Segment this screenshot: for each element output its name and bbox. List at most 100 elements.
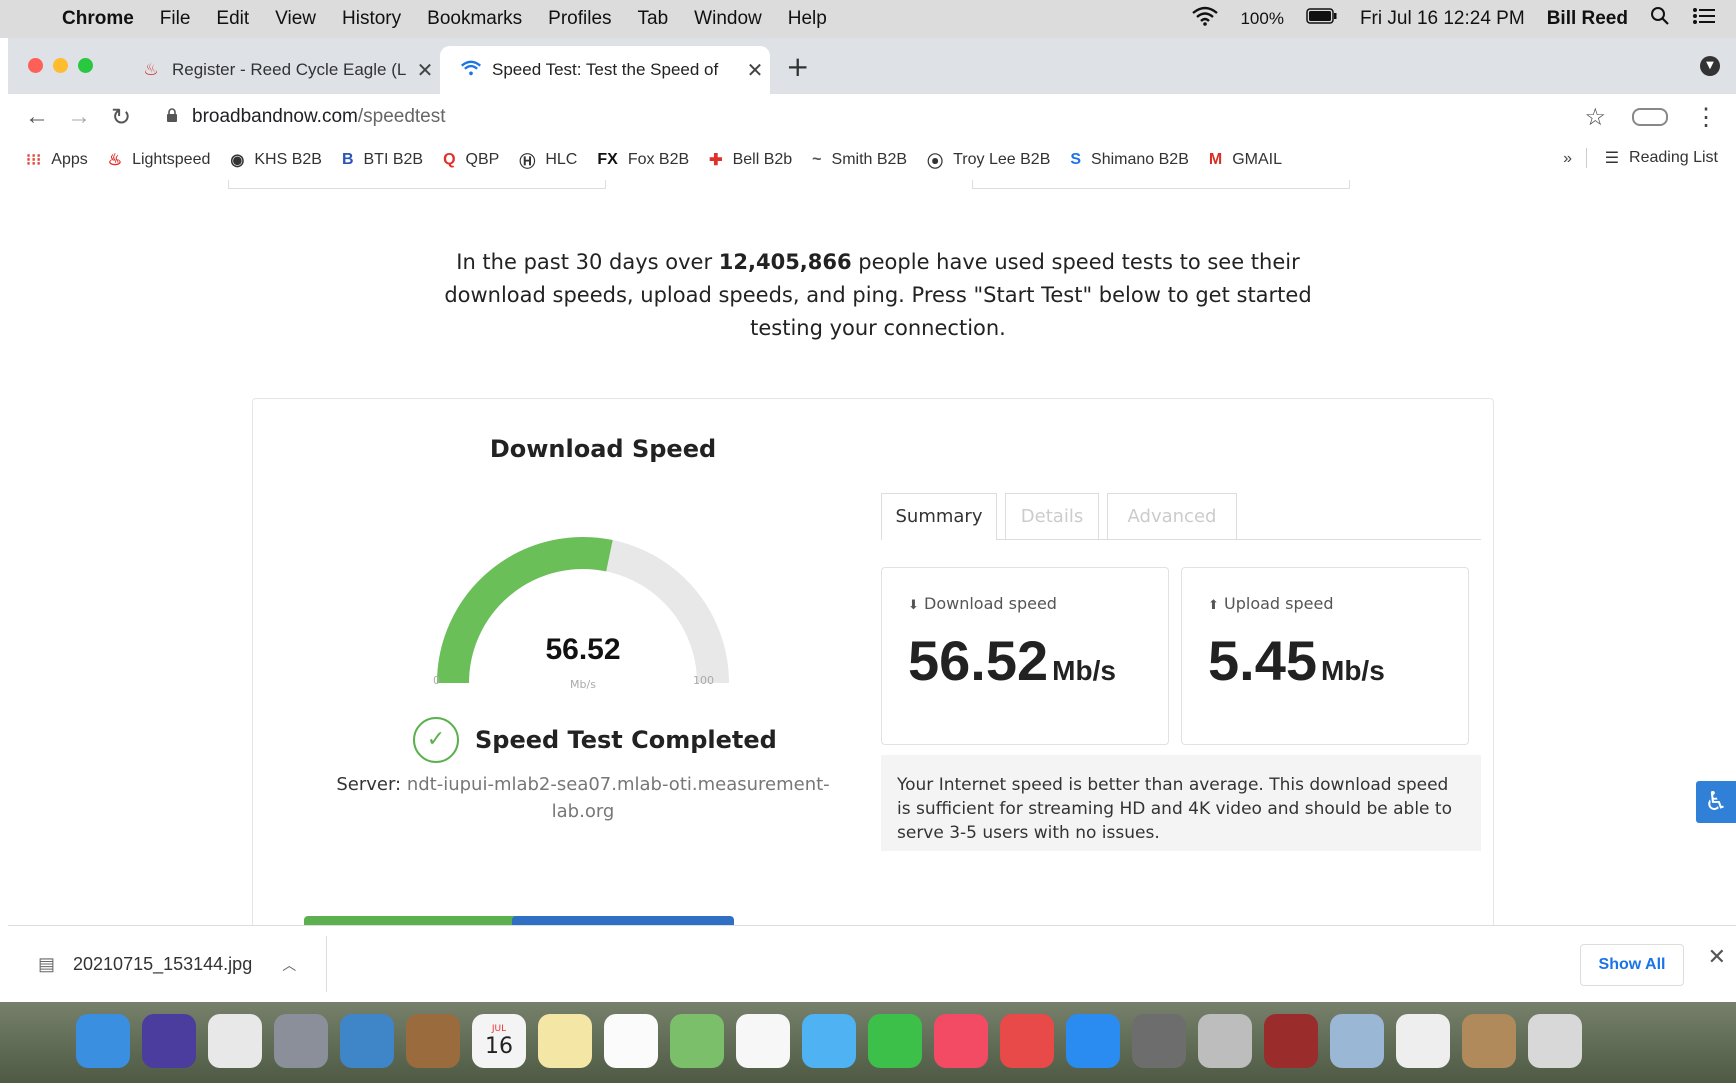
download-arrow-icon: ⬇ [908,598,919,613]
more-bookmarks-icon[interactable]: » [1563,150,1572,168]
battery-percent: 100% [1240,9,1284,28]
reload-icon[interactable]: ↻ [100,103,142,132]
bookmark-bell-b2b[interactable]: ✚ Bell B2b [709,150,792,170]
tab-close-icon[interactable]: ✕ [740,58,770,83]
gauge-min-label: 0 [433,674,440,687]
bookmark-star-icon[interactable]: ☆ [1584,103,1606,132]
smith-logo-icon: ~ [812,151,822,168]
messages-icon[interactable] [802,1014,856,1068]
menu-app-name[interactable]: Chrome [62,8,134,30]
bookmark-troy-lee-b2b[interactable]: ⦿ Troy Lee B2B [927,148,1050,172]
tab-speed-test[interactable]: Speed Test: Test the Speed of ✕ [440,46,770,94]
bookmark-label: Shimano B2B [1091,151,1189,168]
photos-icon[interactable] [736,1014,790,1068]
menu-view[interactable]: View [275,8,316,30]
calendar-icon[interactable]: JUL 16 [472,1014,526,1068]
reminders-icon[interactable] [604,1014,658,1068]
tab-close-icon[interactable]: ✕ [410,58,440,83]
trash-icon[interactable] [1528,1014,1582,1068]
back-arrow-icon[interactable]: ← [16,103,58,131]
extension-icon[interactable] [1632,108,1668,126]
bookmark-smith-b2b[interactable]: ~ Smith B2B [812,151,907,169]
bookmark-lightspeed[interactable]: ♨ Lightspeed [108,150,211,170]
window-zoom-button[interactable] [78,58,93,73]
system-preferences-icon[interactable] [1132,1014,1186,1068]
tab-search-icon[interactable]: ▼ [1700,56,1720,76]
chevron-up-icon[interactable]: ︿ [282,955,296,975]
menu-edit[interactable]: Edit [216,8,249,30]
menu-help[interactable]: Help [788,8,827,30]
contacts-icon[interactable] [406,1014,460,1068]
bookmark-label: Apps [51,151,88,168]
bookmark-shimano-b2b[interactable]: S Shimano B2B [1070,151,1189,169]
page-content: In the past 30 days over 12,405,866 peop… [8,180,1736,925]
maps-icon[interactable] [670,1014,724,1068]
menu-bookmarks[interactable]: Bookmarks [427,8,522,30]
facetime-icon[interactable] [868,1014,922,1068]
download-separator [326,936,327,992]
tab-summary[interactable]: Summary [881,493,997,540]
server-info: Server: ndt-iupui-mlab2-sea07.mlab-oti.m… [333,771,833,825]
upload-value-unit: Mb/s [1321,655,1385,686]
spotlight-search-icon[interactable] [1650,6,1670,32]
notes-icon[interactable] [538,1014,592,1068]
bookmark-fox-b2b[interactable]: FX Fox B2B [597,151,689,169]
app-store-icon[interactable] [1066,1014,1120,1068]
window-minimize-button[interactable] [53,58,68,73]
launchpad-icon[interactable] [274,1014,328,1068]
menubar-user[interactable]: Bill Reed [1547,8,1628,30]
close-shelf-icon[interactable]: ✕ [1708,944,1726,970]
bookmark-apps[interactable]: ⁝⁝⁝ Apps [26,150,88,170]
textedit-icon[interactable] [1396,1014,1450,1068]
news-icon[interactable] [1000,1014,1054,1068]
tab-advanced[interactable]: Advanced [1107,493,1237,540]
battery-icon[interactable] [1306,8,1338,30]
mail-icon[interactable] [340,1014,394,1068]
bookmark-label: Troy Lee B2B [953,151,1051,168]
forward-arrow-icon[interactable]: → [58,103,100,131]
tab-register[interactable]: ♨ Register - Reed Cycle Eagle (L ✕ [120,46,440,94]
control-center-icon[interactable] [1692,7,1716,31]
status-text: Speed Test Completed [475,726,777,754]
bookmark-hlc[interactable]: Ⓗ HLC [519,148,577,172]
window-close-button[interactable] [28,58,43,73]
server-host: ndt-iupui-mlab2-sea07.mlab-oti.measureme… [406,774,830,822]
siri-icon[interactable] [142,1014,196,1068]
printer-icon[interactable] [1198,1014,1252,1068]
download-filename: 20210715_153144.jpg [73,954,253,974]
globe-icon: ◉ [230,152,245,169]
download-shelf: ▤ 20210715_153144.jpg ︿ Show All ✕ [8,925,1736,1003]
chrome-menu-icon[interactable]: ⋮ [1694,103,1718,132]
menubar-clock[interactable]: Fri Jul 16 12:24 PM [1360,8,1525,30]
troy-lee-logo-icon: ⦿ [927,154,944,171]
accessibility-widget-icon[interactable]: ♿ [1696,781,1736,823]
wifi-icon[interactable] [1192,6,1219,32]
tab-details[interactable]: Details [1005,493,1099,540]
speed-test-card: Download Speed 56.52 Mb/s 0 100 ✓ Speed … [252,398,1494,925]
download-value-unit: Mb/s [1052,655,1116,686]
start-test-button[interactable] [304,916,530,925]
dictionary-icon[interactable] [1264,1014,1318,1068]
menu-history[interactable]: History [342,8,401,30]
music-icon[interactable] [934,1014,988,1068]
lock-icon[interactable] [166,108,178,126]
bookmark-bti-b2b[interactable]: B BTI B2B [342,151,423,169]
chrome-icon[interactable] [208,1014,262,1068]
downloads-folder-icon[interactable] [1462,1014,1516,1068]
address-bar[interactable]: broadbandnow.com/speedtest [152,99,1584,135]
preview-icon[interactable] [1330,1014,1384,1068]
bookmark-khs-b2b[interactable]: ◉ KHS B2B [230,150,322,170]
menu-file[interactable]: File [160,8,191,30]
menu-profiles[interactable]: Profiles [548,8,611,30]
download-item[interactable]: ▤ 20210715_153144.jpg ︿ [38,926,296,1003]
finder-icon[interactable] [76,1014,130,1068]
new-tab-icon[interactable]: + [786,50,809,83]
bookmark-gmail[interactable]: M GMAIL [1209,151,1282,169]
bookmark-qbp[interactable]: Q QBP [443,151,499,169]
menu-tab[interactable]: Tab [638,8,669,30]
lightspeed-flame-icon: ♨ [107,152,123,169]
share-results-button[interactable] [512,916,734,925]
show-all-button[interactable]: Show All [1580,944,1684,986]
reading-list-button[interactable]: ☰ Reading List [1585,148,1718,168]
menu-window[interactable]: Window [694,8,762,30]
